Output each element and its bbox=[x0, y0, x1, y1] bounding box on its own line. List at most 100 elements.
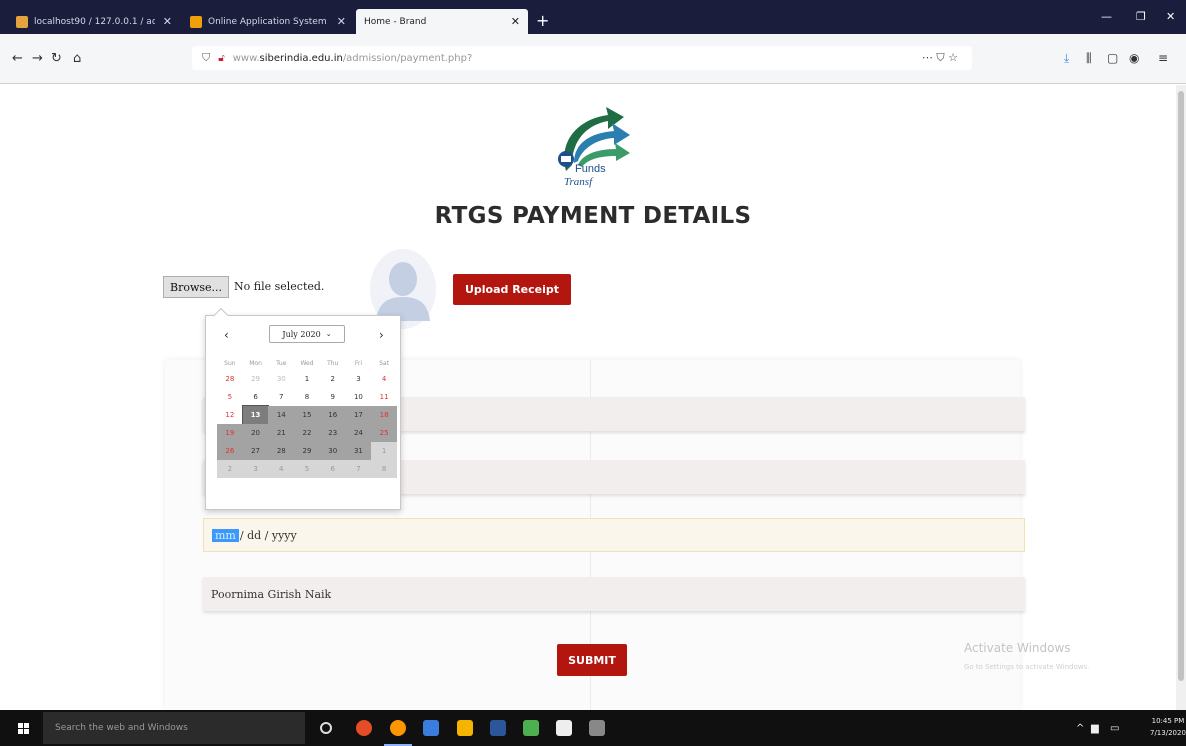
close-icon[interactable]: ✕ bbox=[337, 15, 346, 28]
firefox-icon[interactable] bbox=[390, 720, 406, 736]
extension-icon[interactable]: ◉ bbox=[1129, 51, 1139, 65]
calendar-day[interactable]: 23 bbox=[319, 424, 346, 442]
restore-icon[interactable]: ❐ bbox=[1136, 10, 1146, 23]
minimize-icon[interactable]: — bbox=[1101, 10, 1112, 23]
browser-nav-bar: ← → ↻ ⌂ ⛉ 🔓︎ www.siberindia.edu.in/admis… bbox=[0, 34, 1186, 84]
forward-arrow-icon[interactable]: → bbox=[32, 51, 43, 66]
url-bar[interactable]: ⛉ 🔓︎ www.siberindia.edu.in/admission/pay… bbox=[192, 46, 972, 70]
tab-phpmyadmin[interactable]: localhost90 / 127.0.0.1 / adm... ✕ bbox=[8, 9, 180, 34]
scroll-thumb[interactable] bbox=[1178, 91, 1184, 681]
activate-windows-watermark: Activate Windows bbox=[964, 641, 1071, 655]
next-month-chevron-icon[interactable]: › bbox=[379, 328, 384, 342]
taskbar-search-input[interactable]: Search the web and Windows bbox=[43, 712, 305, 744]
calendar-day[interactable]: 24 bbox=[345, 424, 372, 442]
calendar-day[interactable]: 26 bbox=[217, 442, 243, 460]
calendar-day[interactable]: 8 bbox=[371, 460, 397, 478]
system-clock[interactable]: 10:45 PM 7/13/2020 bbox=[1150, 715, 1186, 739]
close-icon[interactable]: ✕ bbox=[163, 15, 172, 28]
close-window-icon[interactable]: ✕ bbox=[1166, 10, 1175, 23]
calendar-day[interactable]: 17 bbox=[345, 406, 372, 424]
calendar-day[interactable]: 28 bbox=[268, 442, 295, 460]
windows-taskbar: Search the web and Windows ^ ▆ ▭ 10:45 P… bbox=[0, 710, 1186, 746]
calendar-day[interactable]: 4 bbox=[371, 370, 397, 388]
menu-icon[interactable]: ≡ bbox=[1158, 51, 1168, 65]
weekday-header: Tue bbox=[276, 359, 287, 367]
calendar-day[interactable]: 9 bbox=[320, 388, 346, 406]
calendar-day[interactable]: 2 bbox=[320, 370, 346, 388]
app-icon[interactable] bbox=[423, 720, 439, 736]
calendar-day[interactable]: 2 bbox=[217, 460, 243, 478]
store-icon[interactable] bbox=[556, 720, 572, 736]
upload-receipt-button[interactable]: Upload Receipt bbox=[453, 274, 571, 305]
tool-icon[interactable] bbox=[589, 720, 605, 736]
image-viewer-icon[interactable] bbox=[523, 720, 539, 736]
library-icon[interactable]: ⫼ bbox=[1086, 51, 1092, 66]
calendar-day[interactable]: 1 bbox=[294, 370, 320, 388]
tray-chevron-icon[interactable]: ^ bbox=[1076, 723, 1084, 734]
xampp-icon[interactable] bbox=[457, 720, 473, 736]
calendar-day[interactable]: 19 bbox=[217, 424, 243, 442]
calendar-day[interactable]: 16 bbox=[319, 406, 346, 424]
prev-month-chevron-icon[interactable]: ‹ bbox=[224, 328, 229, 342]
calendar-day[interactable]: 27 bbox=[242, 442, 269, 460]
account-holder-name-input[interactable]: Poornima Girish Naik bbox=[203, 577, 1025, 611]
month-segment[interactable]: mm bbox=[212, 528, 239, 542]
page-actions[interactable]: ⋯ ⛉ ☆ bbox=[922, 51, 958, 65]
calendar-day[interactable]: 5 bbox=[217, 388, 243, 406]
calendar-day[interactable]: 3 bbox=[242, 460, 269, 478]
calendar-day[interactable]: 20 bbox=[242, 424, 269, 442]
page-content: Funds Transf RTGS PAYMENT DETAILS Browse… bbox=[0, 85, 1176, 710]
calendar-day[interactable]: 11 bbox=[371, 388, 397, 406]
app-icon bbox=[190, 15, 202, 28]
calendar-day[interactable]: 29 bbox=[294, 442, 320, 460]
calendar-day[interactable]: 13 bbox=[241, 405, 270, 425]
phpmyadmin-icon bbox=[16, 15, 28, 28]
download-icon[interactable]: ⤓ bbox=[1064, 51, 1069, 66]
tab-label: localhost90 / 127.0.0.1 / adm... bbox=[34, 16, 155, 27]
tab-online-application[interactable]: Online Application System ✕ bbox=[182, 9, 354, 34]
calendar-day[interactable]: 30 bbox=[319, 442, 346, 460]
browse-file-button[interactable]: Browse... bbox=[163, 276, 230, 298]
chrome-icon[interactable] bbox=[356, 720, 372, 736]
sidebar-icon[interactable]: ▢ bbox=[1107, 51, 1118, 65]
calendar-day[interactable]: 18 bbox=[371, 406, 397, 424]
calendar-day[interactable]: 1 bbox=[371, 442, 397, 460]
calendar-day[interactable]: 28 bbox=[217, 370, 243, 388]
month-year-select[interactable]: July 2020 ⌄ bbox=[269, 325, 345, 343]
reload-icon[interactable]: ↻ bbox=[51, 51, 62, 66]
calendar-day[interactable]: 5 bbox=[294, 460, 320, 478]
calendar-day[interactable]: 31 bbox=[345, 442, 372, 460]
calendar-day[interactable]: 6 bbox=[319, 460, 346, 478]
calendar-day[interactable]: 15 bbox=[294, 406, 320, 424]
payment-date-input[interactable]: mm / dd / yyyy bbox=[203, 518, 1025, 552]
calendar-day[interactable]: 29 bbox=[243, 370, 269, 388]
network-icon[interactable]: ▆ bbox=[1091, 723, 1099, 734]
calendar-day[interactable]: 3 bbox=[346, 370, 372, 388]
back-arrow-icon[interactable]: ← bbox=[12, 51, 23, 66]
page-scrollbar[interactable] bbox=[1176, 85, 1186, 710]
calendar-day[interactable]: 10 bbox=[346, 388, 372, 406]
word-icon[interactable] bbox=[490, 720, 506, 736]
new-tab-button[interactable]: + bbox=[536, 11, 549, 30]
calendar-day[interactable]: 22 bbox=[294, 424, 320, 442]
date-picker-popup[interactable]: ‹ July 2020 ⌄ › Sun Mon Tue Wed Thu Fri Sat 28 29… bbox=[205, 307, 401, 510]
home-icon[interactable]: ⌂ bbox=[73, 51, 81, 66]
calendar-day[interactable]: 4 bbox=[268, 460, 295, 478]
calendar-day[interactable]: 14 bbox=[268, 406, 295, 424]
browser-tab-strip: localhost90 / 127.0.0.1 / adm... ✕ Onlin… bbox=[0, 0, 1186, 34]
calendar-day[interactable]: 6 bbox=[243, 388, 269, 406]
calendar-day[interactable]: 8 bbox=[294, 388, 320, 406]
submit-button[interactable]: SUBMIT bbox=[557, 644, 627, 676]
calendar-day[interactable]: 30 bbox=[268, 370, 294, 388]
calendar-day[interactable]: 21 bbox=[268, 424, 295, 442]
calendar-day[interactable]: 25 bbox=[371, 424, 397, 442]
calendar-day[interactable]: 12 bbox=[217, 406, 243, 424]
keyboard-icon[interactable]: ▭ bbox=[1110, 723, 1119, 734]
calendar-day[interactable]: 7 bbox=[345, 460, 372, 478]
task-view-icon[interactable] bbox=[320, 722, 332, 734]
svg-text:Funds: Funds bbox=[575, 163, 606, 175]
calendar-day[interactable]: 7 bbox=[268, 388, 294, 406]
tab-home-brand[interactable]: Home - Brand ✕ bbox=[356, 9, 528, 34]
windows-start-icon[interactable] bbox=[18, 723, 29, 734]
close-icon[interactable]: ✕ bbox=[511, 15, 520, 28]
